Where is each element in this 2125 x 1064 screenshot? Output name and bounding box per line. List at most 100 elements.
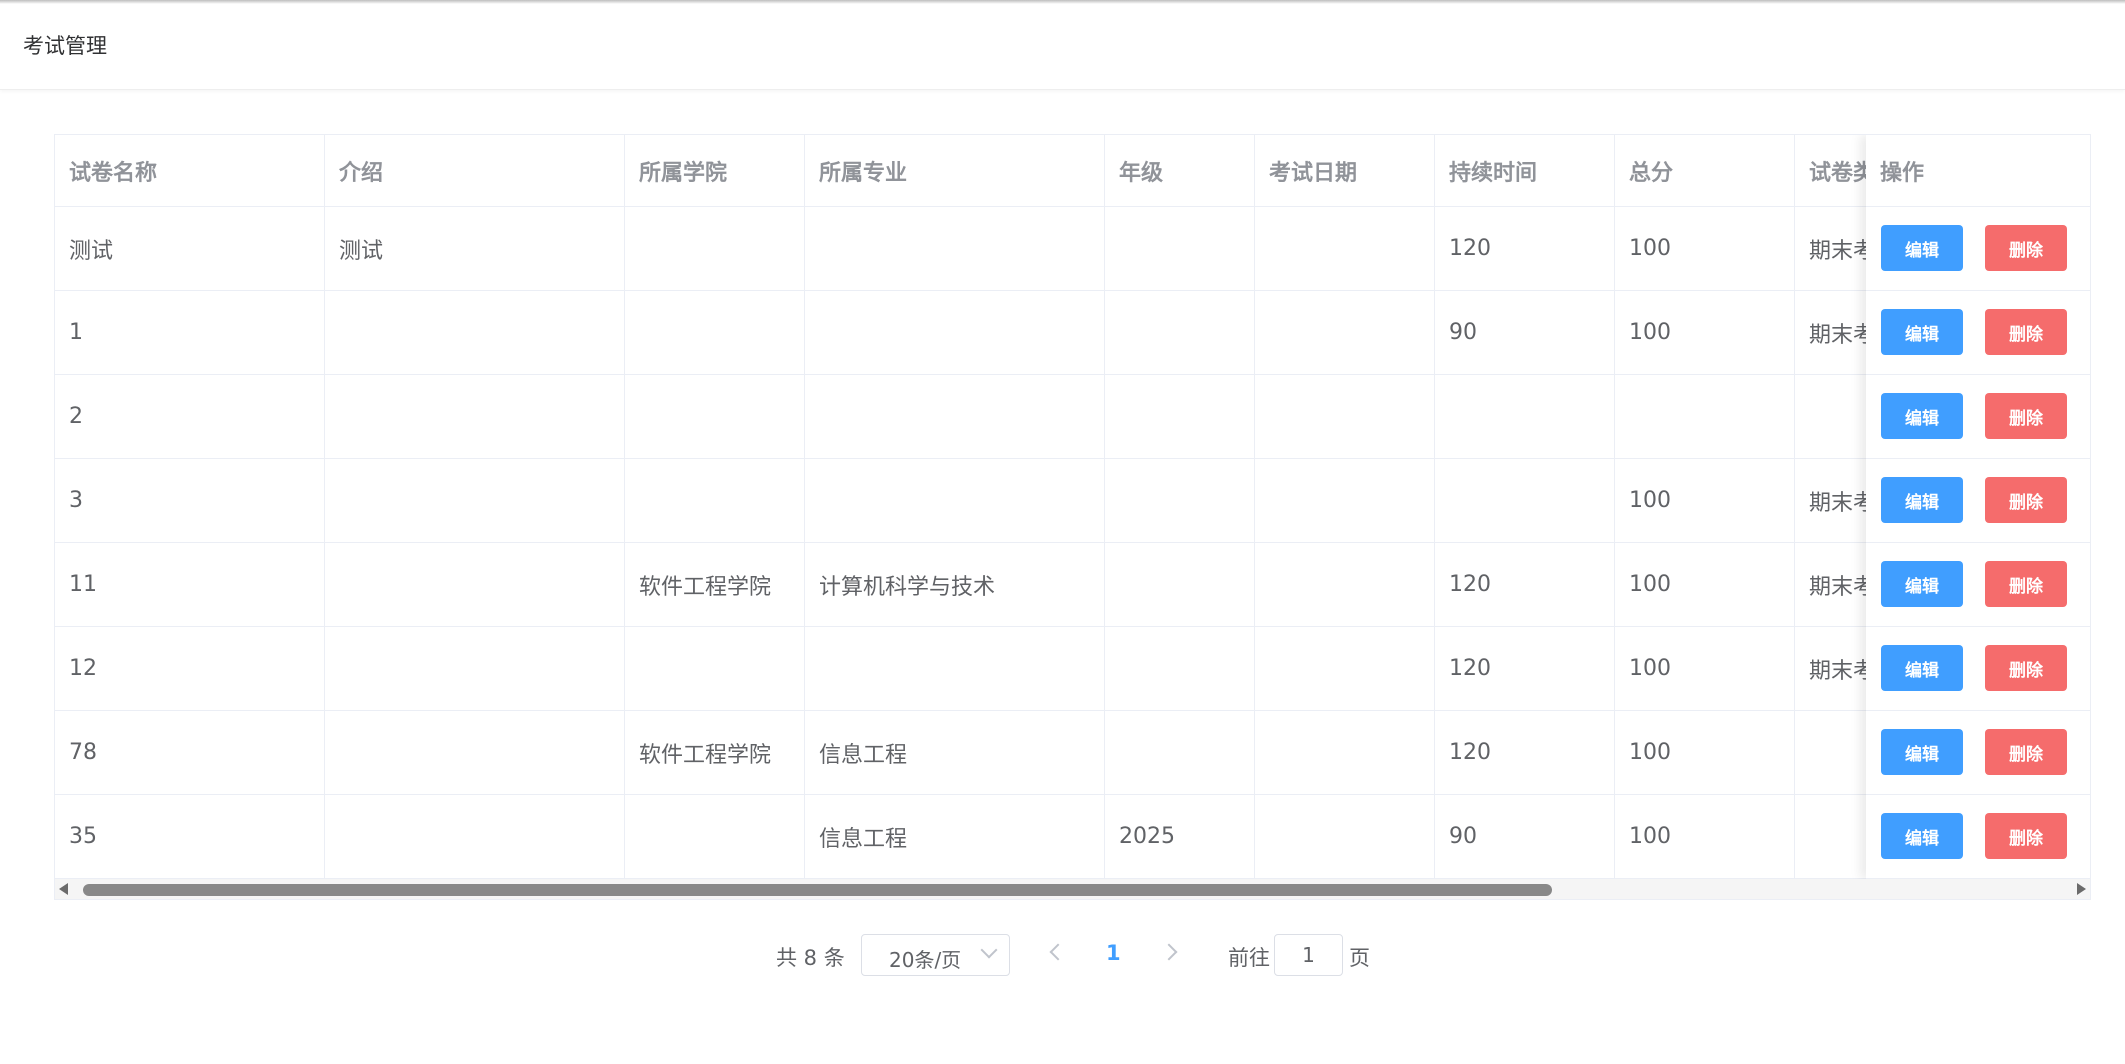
action-column: 操作 编辑 删除 编辑 删除 编辑 删除 编辑 删除 编辑 删除 编辑 删除 编辑 删除 编辑 删除 — [1866, 135, 2090, 879]
scroll-left-arrow-icon[interactable] — [59, 883, 68, 895]
table-cell — [1435, 459, 1615, 542]
table-cell — [1615, 375, 1795, 458]
page-header: 考试管理 — [0, 0, 2125, 90]
table-cell — [1255, 207, 1435, 290]
table-cell: 信息工程 — [805, 711, 1105, 794]
delete-button[interactable]: 删除 — [1985, 729, 2067, 775]
table-cell: 90 — [1435, 291, 1615, 374]
column-header: 所属学院 — [625, 135, 805, 206]
table-row: 1 90 100 期末考 — [55, 291, 2090, 375]
delete-button[interactable]: 删除 — [1985, 813, 2067, 859]
table-cell: 120 — [1435, 627, 1615, 710]
edit-button[interactable]: 编辑 — [1881, 309, 1963, 355]
chevron-down-icon — [980, 941, 998, 959]
edit-button[interactable]: 编辑 — [1881, 561, 1963, 607]
delete-button[interactable]: 删除 — [1985, 561, 2067, 607]
table-cell — [1105, 207, 1255, 290]
table-cell: 100 — [1615, 711, 1795, 794]
scrollbar-thumb[interactable] — [83, 884, 1552, 896]
edit-button[interactable]: 编辑 — [1881, 645, 1963, 691]
table-cell — [1105, 711, 1255, 794]
action-column-header: 操作 — [1866, 135, 2090, 207]
edit-button[interactable]: 编辑 — [1881, 729, 1963, 775]
goto-page-input[interactable] — [1274, 934, 1343, 976]
table-cell — [625, 795, 805, 878]
delete-button[interactable]: 删除 — [1985, 645, 2067, 691]
table-body-scroll[interactable]: 试卷名称 介绍 所属学院 所属专业 年级 考试日期 持续时间 总分 试卷类 测试 测试 120 100 期… — [55, 135, 2090, 879]
horizontal-scrollbar[interactable] — [55, 879, 2090, 899]
table-cell — [1255, 291, 1435, 374]
table-cell — [805, 459, 1105, 542]
action-cell: 编辑 删除 — [1866, 459, 2090, 543]
table-cell: 78 — [55, 711, 325, 794]
page-title: 考试管理 — [23, 34, 107, 58]
goto-label: 前往 — [1228, 946, 1270, 970]
table-cell: 120 — [1435, 207, 1615, 290]
table-cell — [625, 291, 805, 374]
table-cell — [325, 459, 625, 542]
action-cell: 编辑 删除 — [1866, 795, 2090, 879]
table-cell: 90 — [1435, 795, 1615, 878]
edit-button[interactable]: 编辑 — [1881, 477, 1963, 523]
table-row: 2 — [55, 375, 2090, 459]
table-cell: 3 — [55, 459, 325, 542]
table-cell — [325, 375, 625, 458]
table-row: 12 120 100 期末考 — [55, 627, 2090, 711]
table-header-row: 试卷名称 介绍 所属学院 所属专业 年级 考试日期 持续时间 总分 试卷类 — [55, 135, 2090, 207]
table-cell — [1105, 375, 1255, 458]
table-row: 11 软件工程学院 计算机科学与技术 120 100 期末考 — [55, 543, 2090, 627]
action-cell: 编辑 删除 — [1866, 207, 2090, 291]
table-cell — [325, 543, 625, 626]
table-cell: 软件工程学院 — [625, 543, 805, 626]
table-cell: 11 — [55, 543, 325, 626]
table-cell — [805, 627, 1105, 710]
table-cell: 2 — [55, 375, 325, 458]
prev-page-icon[interactable] — [1049, 943, 1067, 961]
table-cell — [805, 375, 1105, 458]
page-size-value: 20条/页 — [889, 948, 962, 972]
table-cell: 1 — [55, 291, 325, 374]
delete-button[interactable]: 删除 — [1985, 309, 2067, 355]
column-header: 考试日期 — [1255, 135, 1435, 206]
scroll-right-arrow-icon[interactable] — [2077, 883, 2086, 895]
edit-button[interactable]: 编辑 — [1881, 813, 1963, 859]
table-cell: 测试 — [325, 207, 625, 290]
table-cell: 信息工程 — [805, 795, 1105, 878]
table-cell — [625, 459, 805, 542]
table-cell — [1435, 375, 1615, 458]
table-cell — [625, 627, 805, 710]
page-number-current[interactable]: 1 — [1106, 941, 1121, 965]
action-cell: 编辑 删除 — [1866, 375, 2090, 459]
table-cell: 100 — [1615, 543, 1795, 626]
column-header: 持续时间 — [1435, 135, 1615, 206]
table-cell: 2025 — [1105, 795, 1255, 878]
delete-button[interactable]: 删除 — [1985, 477, 2067, 523]
table-cell — [325, 795, 625, 878]
table-cell — [325, 627, 625, 710]
table-cell: 100 — [1615, 795, 1795, 878]
next-page-icon[interactable] — [1160, 943, 1178, 961]
table-cell — [1105, 291, 1255, 374]
table-row: 78 软件工程学院 信息工程 120 100 — [55, 711, 2090, 795]
table-cell: 12 — [55, 627, 325, 710]
column-header: 所属专业 — [805, 135, 1105, 206]
table-cell: 100 — [1615, 627, 1795, 710]
table-cell — [805, 291, 1105, 374]
table-row: 测试 测试 120 100 期末考 — [55, 207, 2090, 291]
edit-button[interactable]: 编辑 — [1881, 225, 1963, 271]
goto-suffix: 页 — [1349, 946, 1370, 970]
page-size-select[interactable]: 20条/页 — [861, 934, 1010, 976]
exam-table: 试卷名称 介绍 所属学院 所属专业 年级 考试日期 持续时间 总分 试卷类 测试 测试 120 100 期… — [54, 134, 2091, 900]
table-cell — [1255, 795, 1435, 878]
delete-button[interactable]: 删除 — [1985, 393, 2067, 439]
column-header: 年级 — [1105, 135, 1255, 206]
column-header: 介绍 — [325, 135, 625, 206]
table-cell — [625, 375, 805, 458]
table-cell — [805, 207, 1105, 290]
table-cell — [325, 711, 625, 794]
action-cell: 编辑 删除 — [1866, 711, 2090, 795]
table-cell — [1255, 543, 1435, 626]
column-header: 总分 — [1615, 135, 1795, 206]
edit-button[interactable]: 编辑 — [1881, 393, 1963, 439]
delete-button[interactable]: 删除 — [1985, 225, 2067, 271]
